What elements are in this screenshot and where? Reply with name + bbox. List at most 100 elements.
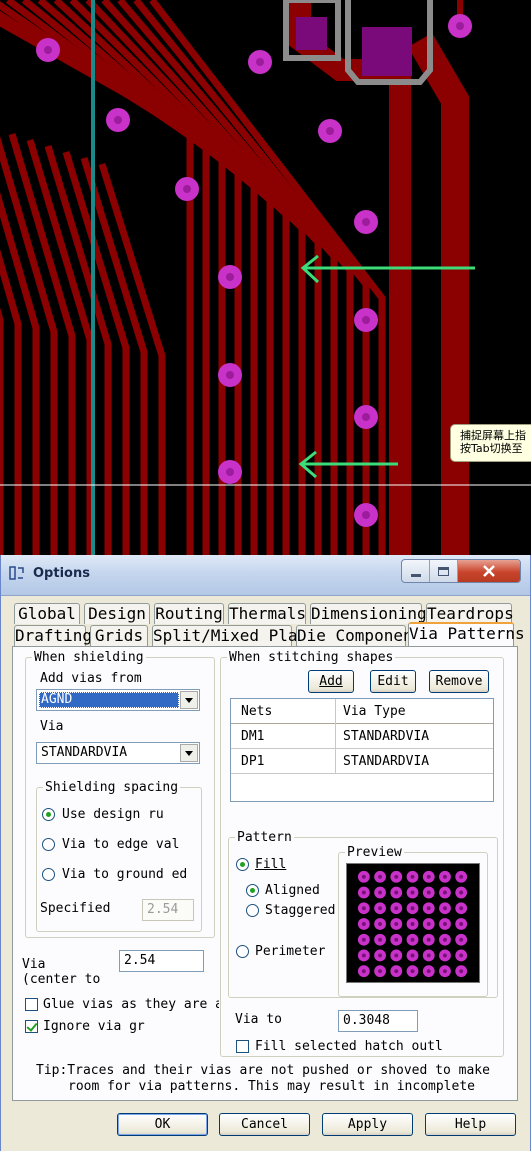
preview-via-hole — [426, 890, 431, 895]
table-divider — [231, 748, 493, 749]
preview-via-hole — [378, 969, 383, 974]
tab-drafting[interactable]: Drafting — [14, 625, 92, 646]
fill-hatch-checkbox[interactable] — [236, 1040, 249, 1053]
remove-button-label: Remove — [435, 674, 483, 689]
ignore-via-grid-label[interactable]: Ignore via gr — [43, 1019, 145, 1034]
via-hole — [362, 316, 370, 324]
via-hole — [362, 413, 370, 421]
add-button[interactable]: Add — [308, 670, 354, 693]
col-header-nets[interactable]: Nets — [241, 704, 272, 719]
via-select[interactable]: STANDARDVIA — [36, 742, 200, 764]
via-to-ground-radio[interactable] — [42, 868, 55, 881]
nets-table[interactable]: Nets Via Type DM1 STANDARDVIA DP1 STANDA… — [230, 698, 494, 802]
via-to-edge-radio[interactable] — [42, 838, 55, 851]
preview-via-hole — [426, 937, 431, 942]
use-design-rules-radio[interactable] — [42, 808, 55, 821]
preview-via-hole — [394, 906, 399, 911]
apply-button[interactable]: Apply — [322, 1113, 413, 1136]
chevron-down-icon[interactable] — [180, 744, 198, 762]
cancel-button[interactable]: Cancel — [219, 1113, 310, 1136]
glue-vias-checkbox[interactable] — [25, 998, 38, 1011]
add-vias-from-select[interactable]: AGND — [36, 689, 200, 711]
tip-line-1: Tip:Traces and their vias are not pushed… — [36, 1063, 490, 1078]
tab-grids[interactable]: Grids — [90, 625, 148, 646]
title-bar[interactable]: Options — [1, 555, 530, 596]
window-controls — [401, 559, 521, 583]
ignore-via-grid-checkbox[interactable] — [25, 1020, 38, 1033]
minimize-button[interactable] — [402, 560, 430, 582]
when-shielding-legend: When shielding — [34, 650, 144, 665]
preview-via-hole — [459, 890, 464, 895]
specified-input[interactable]: 2.54 — [142, 899, 194, 921]
fill-radio[interactable] — [236, 858, 249, 871]
edit-button[interactable]: Edit — [370, 670, 416, 693]
tab-via-patterns[interactable]: Via Patterns — [408, 622, 525, 646]
preview-via-hole — [426, 874, 431, 879]
table-cell[interactable]: STANDARDVIA — [343, 754, 429, 769]
preview-via-hole — [410, 906, 415, 911]
preview-via-hole — [410, 874, 415, 879]
table-cell[interactable]: DM1 — [241, 729, 264, 744]
add-vias-from-label: Add vias from — [40, 671, 142, 686]
fill-label[interactable]: Fill — [255, 857, 286, 872]
tab-split-mixed-plane[interactable]: Split/Mixed Plane — [152, 625, 317, 646]
preview-via-hole — [410, 922, 415, 926]
preview-via-hole — [378, 874, 383, 879]
aligned-radio[interactable] — [246, 884, 259, 897]
maximize-button[interactable] — [430, 560, 458, 582]
table-cell[interactable]: DP1 — [241, 754, 264, 769]
tab-design[interactable]: Design — [84, 603, 150, 624]
glue-vias-label[interactable]: Glue vias as they are ad — [43, 997, 219, 1012]
maximize-icon — [438, 566, 449, 576]
help-button[interactable]: Help — [425, 1113, 516, 1136]
preview-via-hole — [459, 922, 464, 926]
via-label: Via — [40, 719, 64, 734]
pcb-layout-canvas[interactable] — [0, 0, 531, 555]
use-design-rules-label[interactable]: Use design ru — [62, 807, 164, 822]
preview-via-hole — [442, 922, 447, 926]
table-divider — [231, 773, 493, 774]
via-value: STANDARDVIA — [41, 745, 128, 760]
tab-global[interactable]: Global — [14, 603, 80, 624]
preview-via-hole — [442, 953, 447, 958]
tab-teardrops[interactable]: Teardrops — [426, 603, 514, 624]
preview-via-hole — [361, 890, 366, 895]
aligned-label[interactable]: Aligned — [265, 883, 320, 898]
tab-dimensioning[interactable]: Dimensioning — [310, 603, 427, 624]
via-to-input[interactable]: 0.3048 — [338, 1010, 418, 1032]
tab-die-component[interactable]: Die Component — [296, 625, 422, 646]
via-hole — [183, 185, 191, 193]
remove-button[interactable]: Remove — [429, 670, 489, 693]
specified-label: Specified — [40, 901, 111, 916]
preview-via-hole — [410, 937, 415, 942]
preview-via-hole — [426, 922, 431, 926]
via-to-label: Via to — [235, 1012, 282, 1027]
via-center-input[interactable]: 2.54 — [119, 950, 204, 972]
preview-via-hole — [378, 890, 383, 895]
table-cell[interactable]: STANDARDVIA — [343, 729, 429, 744]
staggered-label[interactable]: Staggered — [265, 903, 335, 918]
via-hole — [326, 127, 334, 135]
perimeter-radio[interactable] — [236, 945, 249, 958]
preview-via-hole — [442, 969, 447, 974]
via-to-ground-label[interactable]: Via to ground ed — [62, 867, 187, 882]
preview-via-hole — [410, 890, 415, 895]
preview-via-hole — [394, 969, 399, 974]
fill-hatch-label[interactable]: Fill selected hatch outl — [255, 1039, 443, 1054]
preview-via-hole — [459, 969, 464, 974]
preview-via-hole — [442, 890, 447, 895]
perimeter-label[interactable]: Perimeter — [255, 944, 325, 959]
via-hole — [226, 273, 234, 281]
via-hole — [256, 58, 264, 66]
chevron-down-icon[interactable] — [180, 691, 198, 709]
col-header-via-type[interactable]: Via Type — [343, 704, 406, 719]
when-stitching-legend: When stitching shapes — [229, 650, 394, 665]
dialog-title: Options — [33, 566, 90, 581]
close-button[interactable] — [458, 560, 520, 582]
preview-via-hole — [361, 874, 366, 879]
ok-button[interactable]: OK — [117, 1113, 208, 1136]
via-to-edge-label[interactable]: Via to edge val — [62, 837, 179, 852]
tab-routing[interactable]: Routing — [154, 603, 224, 624]
tab-thermals[interactable]: Thermals — [228, 603, 306, 624]
staggered-radio[interactable] — [246, 904, 259, 917]
